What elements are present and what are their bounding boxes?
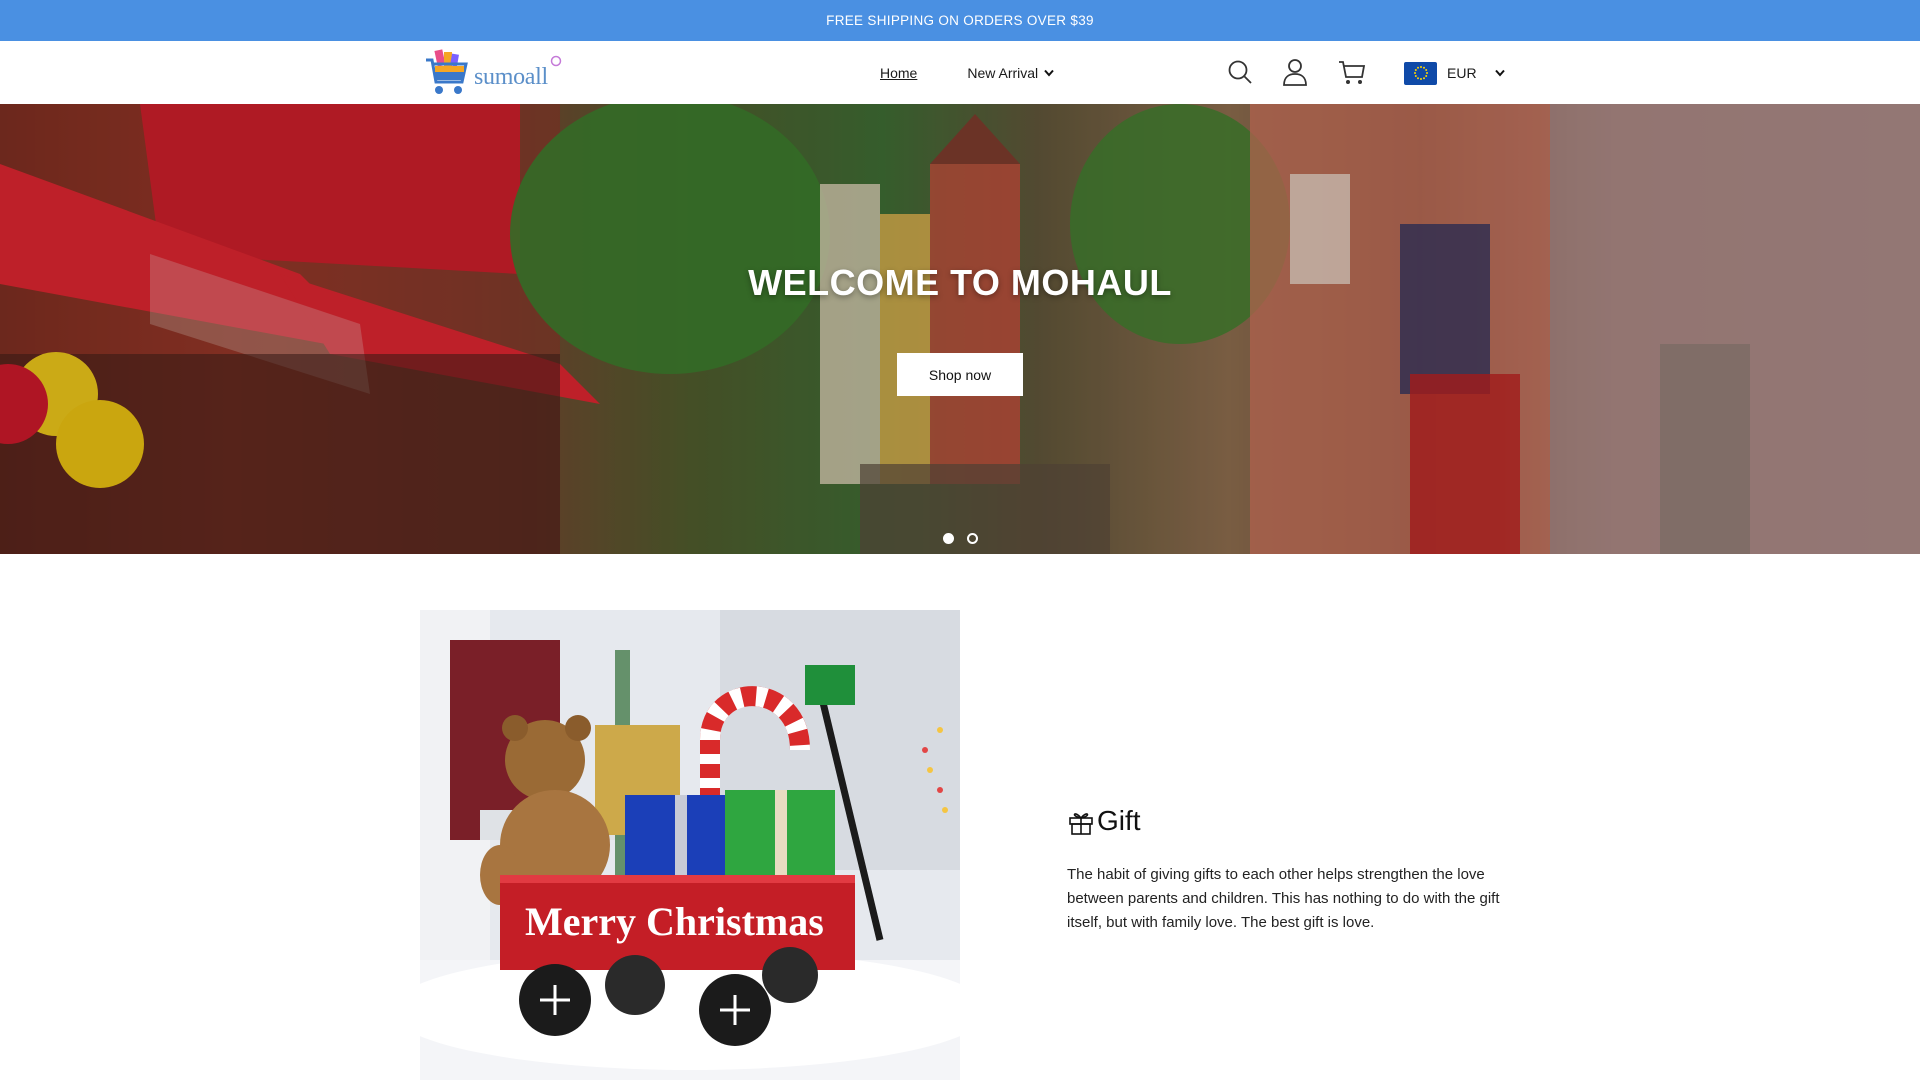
- wagon-sign-text: Merry Christmas: [525, 899, 824, 944]
- chevron-down-icon: [1044, 69, 1054, 77]
- nav-home[interactable]: Home: [880, 65, 917, 81]
- hero-title: WELCOME TO MOHAUL: [748, 262, 1172, 303]
- search-icon: [1228, 60, 1252, 84]
- announcement-bar: FREE SHIPPING ON ORDERS OVER $39: [0, 0, 1920, 41]
- cart-icon: [1339, 61, 1366, 84]
- main-nav: Home New Arrival: [880, 41, 1054, 104]
- shop-now-button[interactable]: Shop now: [897, 353, 1023, 396]
- account-icon: [1283, 59, 1307, 86]
- nav-new-arrival[interactable]: New Arrival: [967, 65, 1054, 81]
- eu-flag-icon: [1404, 61, 1437, 85]
- hero-banner: WELCOME TO MOHAUL Shop now: [0, 104, 1920, 554]
- currency-label: EUR: [1447, 65, 1477, 81]
- slider-dot-1[interactable]: [942, 533, 954, 544]
- cart-button[interactable]: [1337, 57, 1367, 87]
- cart-logo-icon: [426, 49, 468, 94]
- feature-text-block: Gift The habit of giving gifts to each o…: [1067, 805, 1507, 935]
- currency-selector[interactable]: EUR: [1404, 59, 1505, 87]
- logo-sparkle-icon: [550, 55, 562, 67]
- announcement-text: FREE SHIPPING ON ORDERS OVER $39: [826, 13, 1094, 28]
- search-button[interactable]: [1225, 57, 1255, 87]
- account-button[interactable]: [1280, 57, 1310, 87]
- street-scene-image: [0, 104, 1920, 554]
- site-header: sumoall Home New Arrival EUR: [0, 41, 1920, 104]
- christmas-wagon-image: Merry Christmas: [420, 610, 960, 1080]
- gift-icon: [1069, 813, 1093, 835]
- logo-text: sumoall: [474, 63, 548, 90]
- slider-dots: [0, 533, 1920, 544]
- christmas-wagon-illustration: Merry Christmas: [420, 610, 960, 1080]
- feature-description: The habit of giving gifts to each other …: [1067, 866, 1500, 931]
- feature-title: Gift: [1067, 805, 1507, 837]
- slider-dot-2[interactable]: [966, 533, 978, 544]
- feature-title-text: Gift: [1097, 805, 1141, 836]
- chevron-down-icon: [1494, 69, 1505, 77]
- logo[interactable]: sumoall: [424, 47, 566, 99]
- nav-new-arrival-label: New Arrival: [967, 64, 1039, 81]
